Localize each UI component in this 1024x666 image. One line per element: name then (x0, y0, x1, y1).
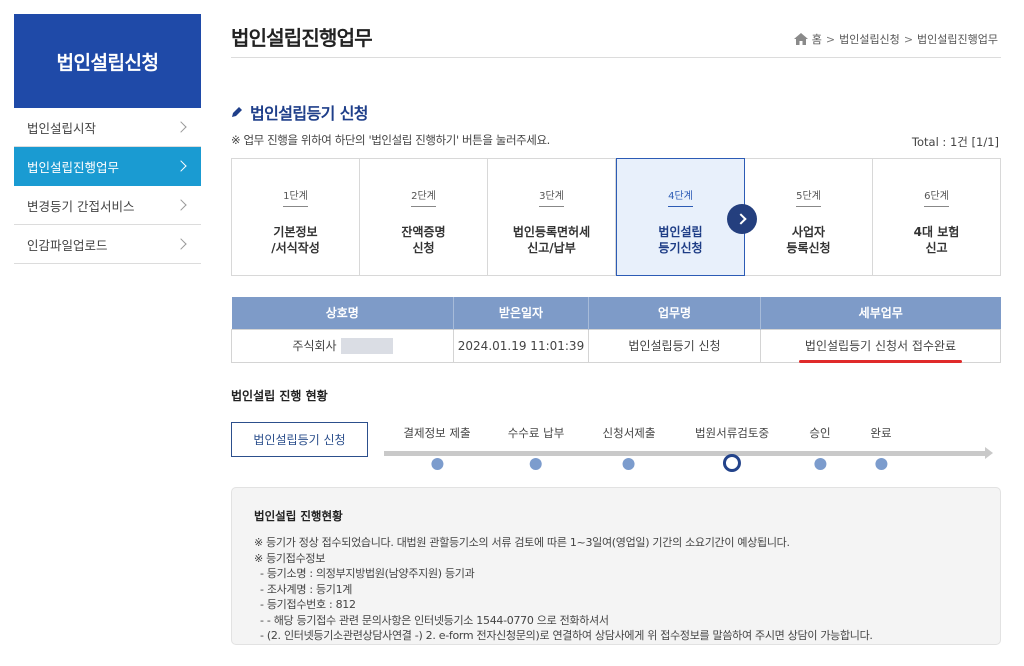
date-cell: 2024.01.19 11:01:39 (453, 328, 589, 363)
step-label: 법인설립 등기신청 (658, 225, 703, 255)
progress-dot (813, 458, 826, 470)
step-4-active[interactable]: 4단계 법인설립 등기신청 (616, 158, 745, 276)
step-3[interactable]: 3단계 법인등록면허세 신고/납부 (488, 159, 616, 275)
detail-subline: - 조사계명 : 등기1계 (260, 582, 353, 596)
progress-dot (430, 458, 443, 470)
step-label: 잔액증명 신청 (401, 225, 446, 255)
step-number: 2단계 (411, 187, 436, 207)
breadcrumb-item[interactable]: 법인설립신청 (839, 31, 900, 47)
page-title: 법인설립진행업무 (231, 26, 373, 50)
detail-line: ※ 등기접수정보 (254, 551, 326, 565)
chevron-right-icon: > (903, 32, 914, 46)
progress-step-label: 완료 (870, 426, 892, 440)
track-arrow-icon (985, 447, 993, 459)
detail-status-link[interactable]: 법인설립등기 신청서 접수완료 (798, 337, 963, 363)
home-icon[interactable] (793, 33, 808, 45)
progress-track (384, 451, 986, 456)
detail-line: ※ 등기가 정상 접수되었습니다. 대법원 관할등기소의 서류 검토에 따른 1… (254, 536, 790, 549)
header-divider (231, 57, 1001, 58)
column-header: 상호명 (231, 297, 454, 329)
chevron-right-icon (175, 121, 187, 133)
sidebar-item-seal-upload[interactable]: 인감파일업로드 (14, 225, 201, 264)
table-header-row: 상호명 받은일자 업무명 세부업무 (231, 297, 1001, 329)
step-2[interactable]: 2단계 잔액증명 신청 (360, 159, 488, 275)
detail-subline: - - 해당 등기접수 관련 문의사항은 인터넷등기소 1544-0770 으로… (260, 613, 609, 627)
total-count: Total : 1건 [1/1] (911, 135, 999, 149)
progress-step-label: 결제정보 제출 (403, 426, 471, 440)
breadcrumb-home[interactable]: 홈 (812, 31, 822, 47)
sidebar-title: 법인설립신청 (14, 14, 201, 108)
step-label: 4대 보험 신고 (913, 225, 960, 255)
breadcrumb: 홈 > 법인설립신청 > 법인설립진행업무 (793, 31, 998, 47)
sidebar: 법인설립신청 법인설립시작 법인설립진행업무 변경등기 간접서비스 인감파일업로… (14, 14, 201, 264)
notice-text: ※ 업무 진행을 위하여 하단의 '법인설립 진행하기' 버튼을 눌러주세요. (231, 133, 550, 147)
section-title-label: 법인설립등기 신청 (250, 104, 369, 123)
detail-subline: - (2. 인터넷등기소관련상담사연결 -) 2. e-form 전자신청문의)… (260, 629, 873, 642)
step-list: 1단계 기본정보 /서식작성 2단계 잔액증명 신청 3단계 법인등록면허세 신… (231, 158, 1001, 276)
progress-dot (623, 458, 635, 470)
chevron-right-icon (175, 160, 187, 172)
registration-table: 상호명 받은일자 업무명 세부업무 주식회사 2024.01.19 11:01:… (231, 297, 1001, 363)
step-number: 1단계 (283, 187, 308, 207)
column-header: 세부업무 (760, 297, 1001, 329)
sidebar-item-progress[interactable]: 법인설립진행업무 (14, 147, 201, 186)
sidebar-item-start[interactable]: 법인설립시작 (14, 108, 201, 147)
detail-title: 법인설립 진행현황 (254, 509, 343, 523)
progress-step: 승인 (809, 425, 831, 470)
sidebar-item-change-registration[interactable]: 변경등기 간접서비스 (14, 186, 201, 225)
sidebar-item-label: 법인설립시작 (27, 120, 97, 136)
progress-dot (530, 458, 542, 470)
task-cell: 법인설립등기 신청 (588, 328, 761, 363)
progress-step: 수수료 납부 (507, 425, 565, 470)
detail-subline: - 등기접수번호 : 812 (260, 598, 356, 611)
progress-dot (874, 458, 887, 470)
chevron-right-icon: > (825, 32, 836, 46)
step-label: 법인등록면허세 신고/납부 (512, 225, 591, 255)
table-row[interactable]: 주식회사 2024.01.19 11:01:39 법인설립등기 신청 법인설립등… (231, 328, 1001, 363)
sidebar-item-label: 법인설립진행업무 (27, 159, 120, 175)
progress-step-label: 법원서류검토중 (694, 426, 770, 440)
company-name: 주식회사 (292, 338, 337, 353)
breadcrumb-current: 법인설립진행업무 (917, 33, 998, 46)
step-1[interactable]: 1단계 기본정보 /서식작성 (232, 159, 360, 275)
step-label: 기본정보 /서식작성 (271, 225, 320, 255)
next-step-arrow-icon[interactable] (727, 204, 757, 234)
chevron-right-icon (175, 238, 187, 250)
step-number: 4단계 (668, 187, 693, 207)
step-number: 3단계 (539, 187, 564, 207)
pen-icon (232, 107, 242, 117)
progress-stage-button[interactable]: 법인설립등기 신청 (231, 422, 368, 457)
progress-title: 법인설립 진행 현황 (231, 389, 328, 403)
step-number: 5단계 (796, 187, 821, 207)
redacted-block (340, 338, 393, 355)
progress-step-current: 법원서류검토중 (695, 425, 769, 472)
section-title: 법인설립등기 신청 (231, 100, 369, 124)
progress-step: 완료 (870, 425, 892, 470)
sidebar-item-label: 변경등기 간접서비스 (27, 198, 135, 214)
progress-step: 결제정보 제출 (403, 425, 471, 470)
detail-panel: 법인설립 진행현황 ※ 등기가 정상 접수되었습니다. 대법원 관할등기소의 서… (231, 487, 1001, 645)
sidebar-item-label: 인감파일업로드 (27, 237, 108, 253)
progress-step: 신청서제출 (602, 425, 656, 470)
detail-subline: - 등기소명 : 의정부지방법원(남양주지원) 등기과 (260, 567, 475, 580)
progress-step-label: 신청서제출 (602, 426, 656, 440)
step-6[interactable]: 6단계 4대 보험 신고 (873, 159, 1000, 275)
detail-cell[interactable]: 법인설립등기 신청서 접수완료 (760, 328, 1001, 363)
step-label: 사업자 등록신청 (786, 225, 831, 255)
step-5[interactable]: 5단계 사업자 등록신청 (745, 159, 873, 275)
progress-step-label: 수수료 납부 (507, 426, 565, 440)
step-number: 6단계 (924, 187, 949, 207)
progress-dot-current (723, 454, 741, 472)
progress-step-label: 승인 (809, 426, 831, 440)
company-cell: 주식회사 (231, 328, 454, 363)
column-header: 받은일자 (453, 297, 589, 329)
chevron-right-icon (175, 199, 187, 211)
column-header: 업무명 (588, 297, 761, 329)
